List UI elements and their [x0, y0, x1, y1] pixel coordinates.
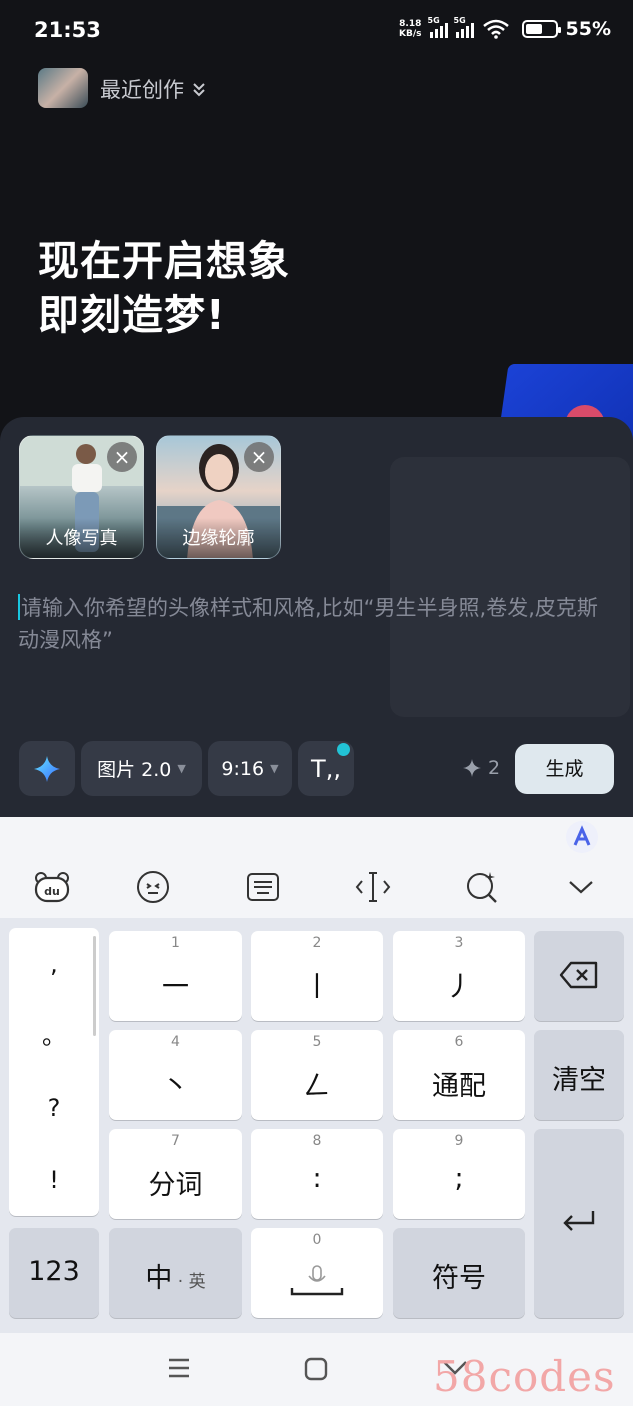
signal-icon: 5G	[428, 16, 448, 38]
reference-chip-portrait[interactable]: × 人像写真	[19, 435, 144, 559]
status-bar: 21:53 8.18 KB/s 5G 5G 55%	[0, 0, 633, 62]
remove-chip-icon[interactable]: ×	[244, 442, 274, 472]
punct-question[interactable]: ?	[9, 1072, 99, 1144]
battery-level: 55%	[565, 18, 611, 40]
prompt-input[interactable]: 请输入你希望的头像样式和风格,比如“男生半身照,卷发,皮克斯动漫风格”	[18, 592, 608, 656]
text-style-button[interactable]: T,,	[298, 741, 354, 796]
keyboard-icon[interactable]	[243, 867, 283, 907]
status-time: 21:53	[34, 18, 101, 42]
svg-text:du: du	[44, 885, 60, 898]
ime-keyboard: du , 。 ? ! 1一 2丨 3丿 4丶 5𠃋 6 通配 7 分词 8: 9; …	[0, 817, 633, 1333]
mic-icon	[290, 1265, 344, 1296]
new-indicator-dot	[337, 743, 350, 756]
punct-period[interactable]: 。	[9, 1000, 99, 1072]
watermark: 58codes	[433, 1352, 616, 1401]
credits-count: 2	[488, 757, 501, 779]
chip-label: 人像写真	[20, 518, 143, 558]
clear-key[interactable]: 清空	[534, 1030, 624, 1120]
assistant-a-icon[interactable]	[565, 820, 599, 854]
punctuation-column[interactable]: , 。 ? !	[9, 928, 99, 1216]
prompt-placeholder: 请输入你希望的头像样式和风格,比如“男生半身照,卷发,皮克斯动漫风格”	[18, 596, 598, 652]
text-style-icon: T,,	[311, 754, 341, 783]
sparkle-icon	[34, 755, 60, 782]
key-1[interactable]: 1一	[109, 931, 242, 1021]
ratio-selector[interactable]: 9:16 ▼	[208, 741, 292, 796]
recent-dropdown[interactable]: 最近创作	[100, 74, 206, 104]
model-selector[interactable]: 图片 2.0 ▼	[81, 741, 202, 796]
panel-decoration	[390, 457, 630, 717]
enter-icon	[563, 1211, 595, 1231]
star-sparkle-icon	[463, 759, 481, 777]
text-cursor-icon[interactable]	[353, 867, 393, 907]
reference-chip-edge[interactable]: × 边缘轮廓	[156, 435, 281, 559]
hero-line-1: 现在开启想象	[38, 237, 290, 285]
key-4[interactable]: 4丶	[109, 1030, 242, 1120]
model-label: 图片 2.0	[97, 759, 172, 781]
battery-icon	[521, 20, 561, 38]
punct-comma[interactable]: ,	[9, 928, 99, 1000]
keyboard-toolbar: du	[0, 817, 633, 918]
space-key[interactable]: 0	[251, 1228, 383, 1318]
text-cursor	[18, 594, 20, 620]
backspace-icon	[559, 961, 598, 989]
remove-chip-icon[interactable]: ×	[107, 442, 137, 472]
hero-headline: 现在开启想象 即刻造梦!	[38, 234, 290, 342]
credits-cost: 2	[462, 757, 500, 779]
enter-key[interactable]	[534, 1129, 624, 1318]
recent-label: 最近创作	[100, 78, 184, 102]
num-key[interactable]: 123	[9, 1228, 99, 1318]
caret-down-icon: ▼	[270, 762, 279, 775]
collapse-keyboard-icon[interactable]	[561, 867, 601, 907]
emoji-icon[interactable]	[133, 867, 173, 907]
key-7[interactable]: 7 分词	[109, 1129, 242, 1219]
magic-search-icon[interactable]	[462, 867, 502, 907]
status-icons: 8.18 KB/s 5G 5G 55%	[399, 16, 611, 40]
generate-button[interactable]: 生成	[515, 744, 614, 794]
signal-icon-2: 5G	[454, 16, 474, 38]
chip-label: 边缘轮廓	[157, 518, 280, 558]
wifi-icon	[482, 19, 509, 39]
key-6[interactable]: 6 通配	[393, 1030, 525, 1120]
bear-du-icon[interactable]: du	[32, 867, 72, 907]
symbol-key[interactable]: 符号	[393, 1228, 525, 1318]
backspace-key[interactable]	[534, 931, 624, 1021]
key-2[interactable]: 2丨	[251, 931, 383, 1021]
key-9[interactable]: 9;	[393, 1129, 525, 1219]
menu-icon[interactable]	[167, 1357, 191, 1379]
avatar[interactable]	[38, 68, 88, 108]
punct-exclaim[interactable]: !	[9, 1144, 99, 1216]
ratio-label: 9:16	[221, 757, 265, 780]
creation-panel: × 人像写真 × 边缘轮廓 请输入你希望的头像样式和风格,比如“男生半身照,卷发…	[0, 417, 633, 817]
net-speed: 8.18 KB/s	[399, 19, 422, 39]
key-5[interactable]: 5𠃋	[251, 1030, 383, 1120]
lang-switch-key[interactable]: 中 · 英	[109, 1228, 242, 1318]
sparkle-button[interactable]	[19, 741, 75, 796]
chevron-double-down-icon	[193, 83, 205, 97]
hero-line-2: 即刻造梦!	[38, 291, 226, 339]
caret-down-icon: ▼	[177, 762, 186, 775]
key-3[interactable]: 3丿	[393, 931, 525, 1021]
home-icon[interactable]	[304, 1357, 328, 1381]
punct-scrollbar	[93, 936, 96, 1036]
key-8[interactable]: 8:	[251, 1129, 383, 1219]
